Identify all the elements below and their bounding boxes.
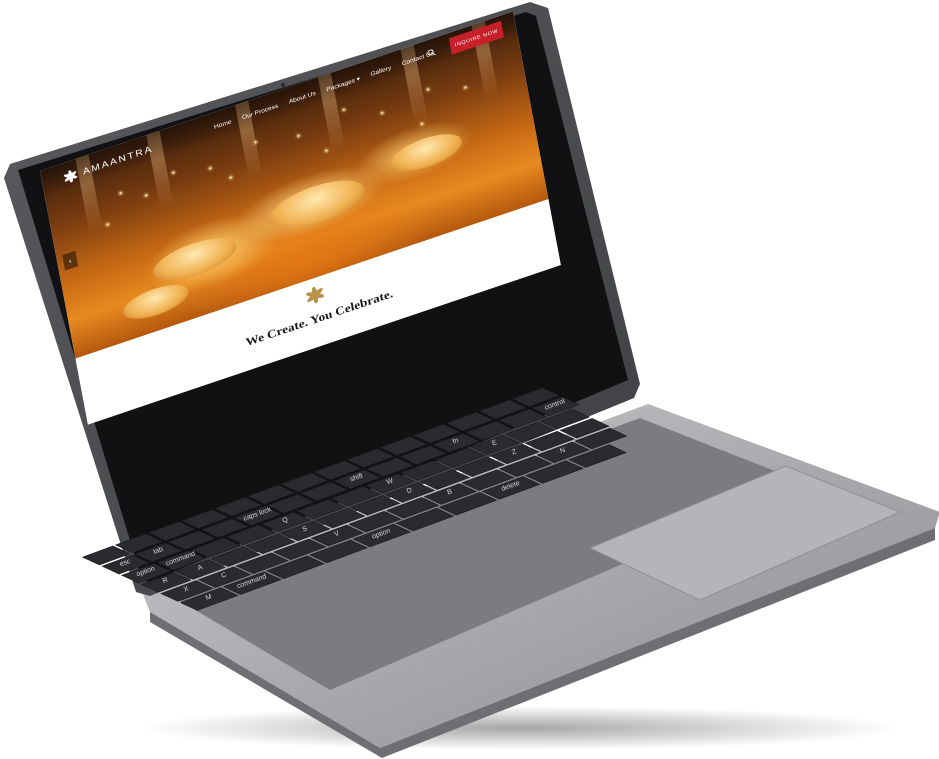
keyboard: esctabcaps lockshiftfncontroloptioncomma… [81,387,628,611]
laptop-mockup: AMAANTRA Home Our Process About Us Packa… [0,0,939,759]
